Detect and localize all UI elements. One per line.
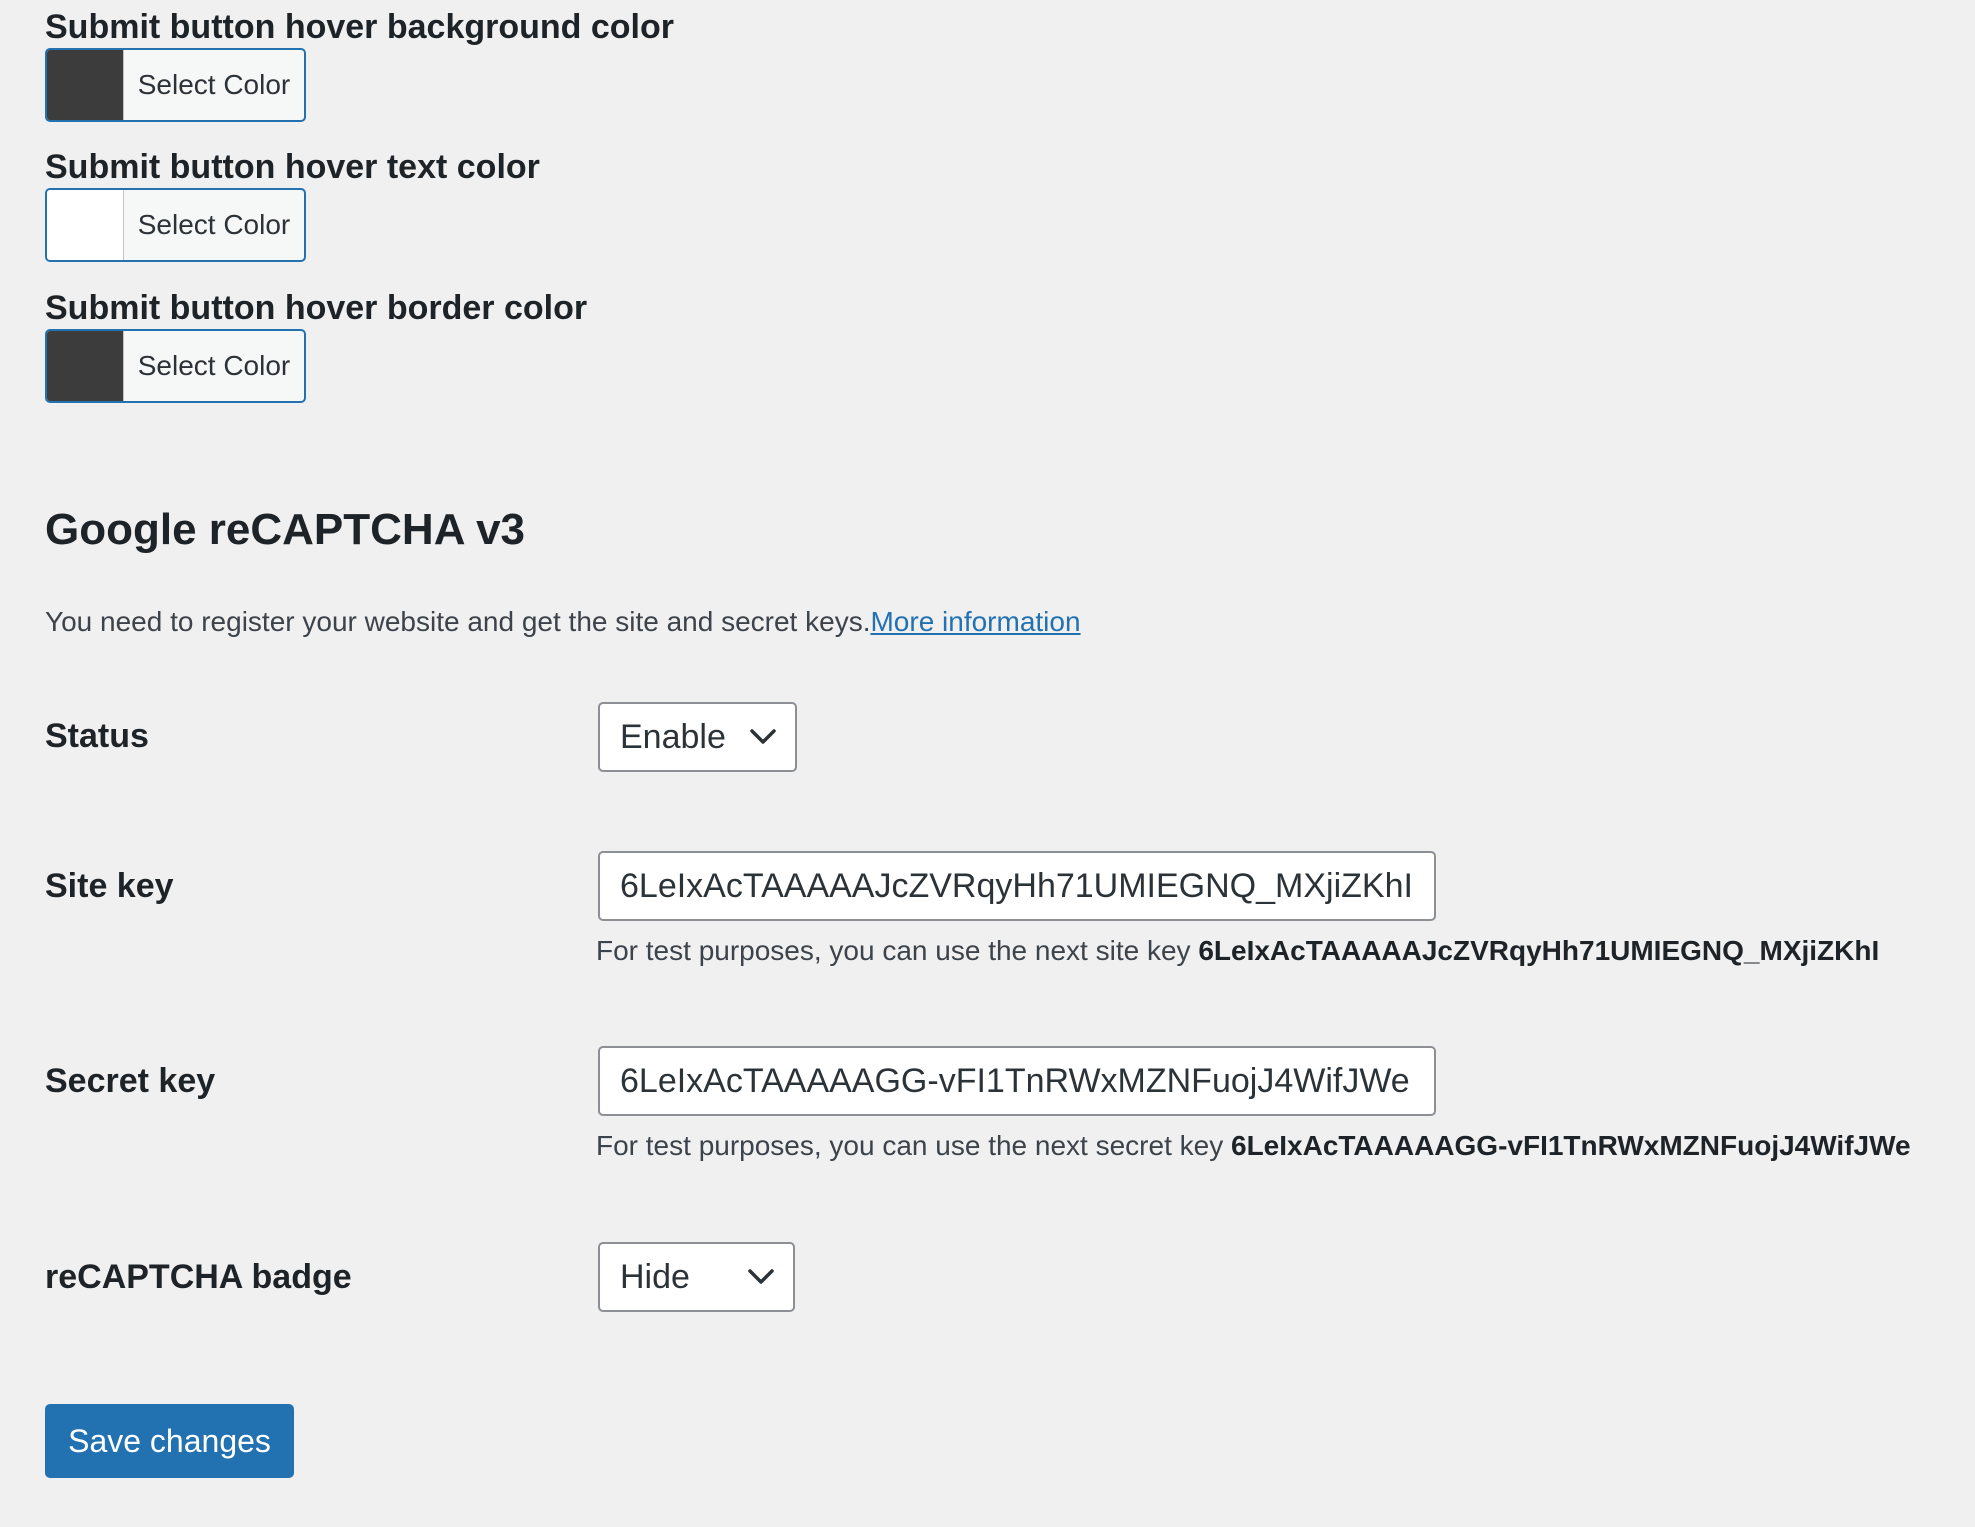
- recaptcha-badge-label: reCAPTCHA badge: [45, 1258, 352, 1296]
- recaptcha-section-title: Google reCAPTCHA v3: [45, 505, 526, 554]
- hover-text-color-picker[interactable]: Select Color: [45, 188, 306, 262]
- hover-bg-color-label: Submit button hover background color: [45, 8, 674, 46]
- color-swatch: [47, 331, 124, 401]
- site-key-input[interactable]: 6LeIxAcTAAAAAJcZVRqyHh71UMIEGNQ_MXjiZKhI: [598, 851, 1436, 921]
- recaptcha-description: You need to register your website and ge…: [45, 606, 1081, 638]
- select-color-button[interactable]: Select Color: [124, 331, 304, 401]
- hover-bg-color-picker[interactable]: Select Color: [45, 48, 306, 122]
- status-label: Status: [45, 717, 149, 755]
- site-key-hint-text: For test purposes, you can use the next …: [596, 935, 1191, 966]
- settings-page: Submit button hover background color Sel…: [0, 0, 1975, 1527]
- site-key-hint: For test purposes, you can use the next …: [596, 935, 1879, 967]
- description-text: You need to register your website and ge…: [45, 606, 871, 637]
- secret-key-test-value: 6LeIxAcTAAAAAGG-vFI1TnRWxMZNFuojJ4WifJWe: [1231, 1130, 1911, 1161]
- color-swatch: [47, 190, 124, 260]
- recaptcha-badge-select[interactable]: Hide: [598, 1242, 795, 1312]
- secret-key-label: Secret key: [45, 1062, 216, 1100]
- status-selected-value: Enable: [620, 717, 726, 756]
- secret-key-hint: For test purposes, you can use the next …: [596, 1130, 1911, 1162]
- save-changes-button[interactable]: Save changes: [45, 1404, 294, 1478]
- chevron-down-icon: [750, 729, 776, 744]
- secret-key-hint-text: For test purposes, you can use the next …: [596, 1130, 1224, 1161]
- site-key-test-value: 6LeIxAcTAAAAAJcZVRqyHh71UMIEGNQ_MXjiZKhI: [1198, 935, 1880, 966]
- select-color-button[interactable]: Select Color: [124, 50, 304, 120]
- site-key-label: Site key: [45, 867, 174, 905]
- hover-border-color-label: Submit button hover border color: [45, 289, 588, 327]
- status-select[interactable]: Enable: [598, 702, 797, 772]
- color-swatch: [47, 50, 124, 120]
- select-color-button[interactable]: Select Color: [124, 190, 304, 260]
- secret-key-input[interactable]: 6LeIxAcTAAAAAGG-vFI1TnRWxMZNFuojJ4WifJWe: [598, 1046, 1436, 1116]
- hover-text-color-label: Submit button hover text color: [45, 148, 540, 186]
- hover-border-color-picker[interactable]: Select Color: [45, 329, 306, 403]
- more-information-link[interactable]: More information: [870, 606, 1080, 637]
- chevron-down-icon: [748, 1269, 774, 1284]
- badge-selected-value: Hide: [620, 1257, 690, 1296]
